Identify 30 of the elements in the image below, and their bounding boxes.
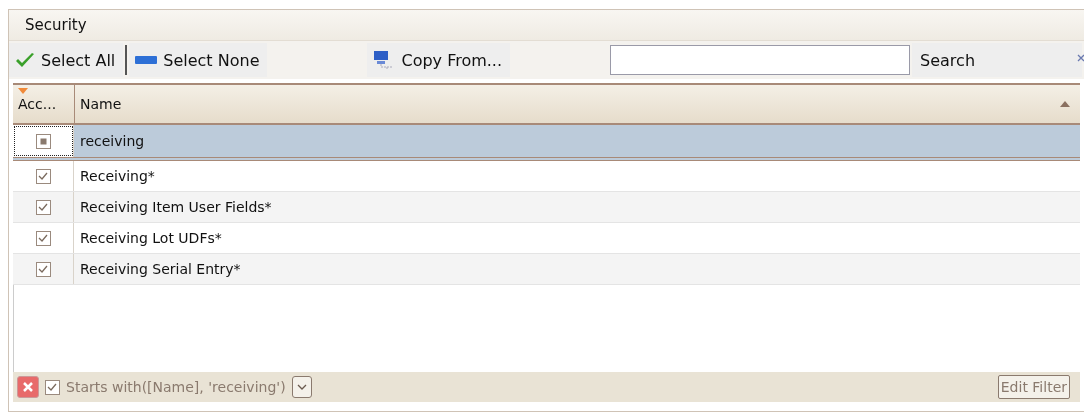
table-cell-text: Receiving* [79, 167, 155, 186]
filter-indicator-icon [17, 87, 29, 95]
select-none-button[interactable]: Select None [129, 43, 268, 77]
checkbox[interactable] [35, 230, 51, 246]
clear-filter-button[interactable] [17, 376, 39, 398]
checkbox[interactable] [45, 379, 60, 395]
checkmark-icon [15, 51, 35, 69]
panel-title: Security [25, 16, 87, 34]
checkbox[interactable] [35, 168, 51, 184]
column-header[interactable]: Acc... [13, 85, 75, 123]
search-field[interactable] [610, 45, 911, 75]
checkbox[interactable] [35, 133, 51, 149]
filter-dropdown-button[interactable] [291, 376, 312, 398]
table-cell-text: Receiving Item User Fields* [79, 198, 272, 217]
filter-expression: Starts with([Name], 'receiving') [66, 379, 286, 395]
bar-icon [135, 56, 158, 64]
table-cell-text: Receiving Lot UDFs* [79, 229, 222, 248]
column-header[interactable]: Name [75, 85, 1080, 123]
search-button[interactable]: Search [912, 43, 1083, 77]
edit-filter-button[interactable]: Edit Filter [997, 375, 1070, 399]
close-icon [22, 381, 34, 393]
copy-from-button[interactable]: Copy From... [367, 43, 511, 77]
checkbox[interactable] [35, 199, 51, 215]
sort-ascending-icon [1060, 101, 1070, 107]
close-icon[interactable] [1077, 54, 1084, 62]
chevron-down-icon [296, 384, 307, 390]
select-all-button[interactable]: Select All [9, 43, 124, 77]
checkbox[interactable] [35, 261, 51, 277]
filter-cell[interactable]: receiving [74, 125, 145, 157]
table-cell-text: Receiving Serial Entry* [79, 260, 241, 279]
